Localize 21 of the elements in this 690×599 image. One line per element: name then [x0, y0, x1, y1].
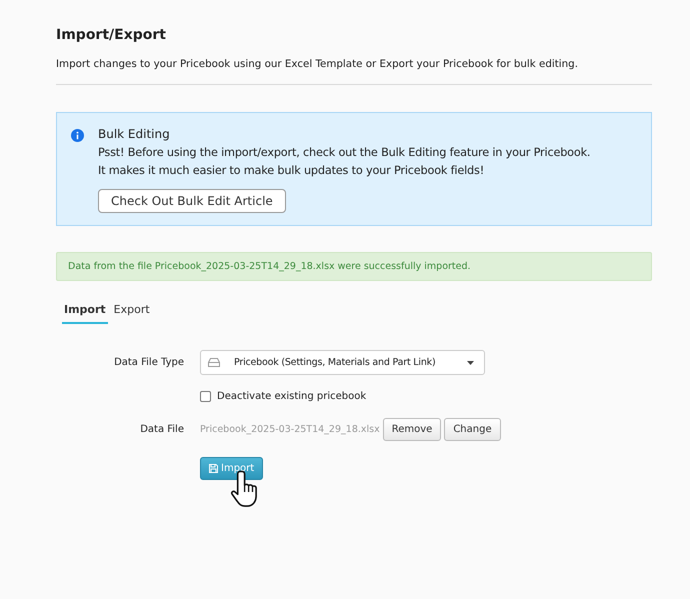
tab[interactable]: Import: [62, 299, 108, 324]
file-name: Pricebook_2025-03-25T14_29_18.xlsx: [200, 424, 380, 435]
page-subtitle: Import changes to your Pricebook using our Excel Template or Export your Pricebook for bulk editing.: [56, 58, 579, 70]
checkbox[interactable]: [200, 391, 211, 402]
caret-icon: [467, 360, 474, 364]
save-icon: [209, 464, 218, 473]
info-icon: [71, 129, 84, 142]
file-type-dropdown[interactable]: Pricebook (Settings, Materials and Part Link): [200, 350, 485, 375]
info-title: Bulk Editing: [98, 127, 171, 141]
file-button[interactable]: Remove: [382, 418, 442, 441]
field-label: Data File Type: [114, 357, 184, 368]
info-text: It makes it much easier to make bulk updates to your Pricebook fields!: [98, 163, 486, 179]
file-button[interactable]: Change: [444, 418, 501, 441]
tab[interactable]: Export: [112, 299, 152, 324]
drive-icon: [208, 358, 220, 367]
page-title: Import/Export: [56, 27, 167, 43]
checkbox-label: Deactivate existing pricebook: [217, 391, 366, 402]
field-label: Data File: [140, 424, 184, 435]
success-message: Data from the file Pricebook_2025-03-25T14_29_18.xlsx were successfully imported.: [56, 252, 652, 281]
article-button[interactable]: Check Out Bulk Edit Article: [98, 189, 286, 213]
info-text: Psst! Before using the import/export, check out the Bulk Editing feature in your Pricebook.: [98, 145, 590, 161]
